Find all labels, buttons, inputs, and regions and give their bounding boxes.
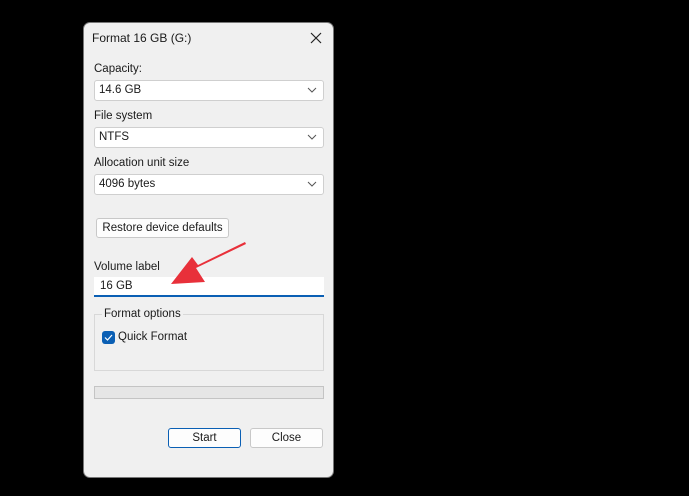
annotation-arrow-icon	[171, 242, 246, 284]
